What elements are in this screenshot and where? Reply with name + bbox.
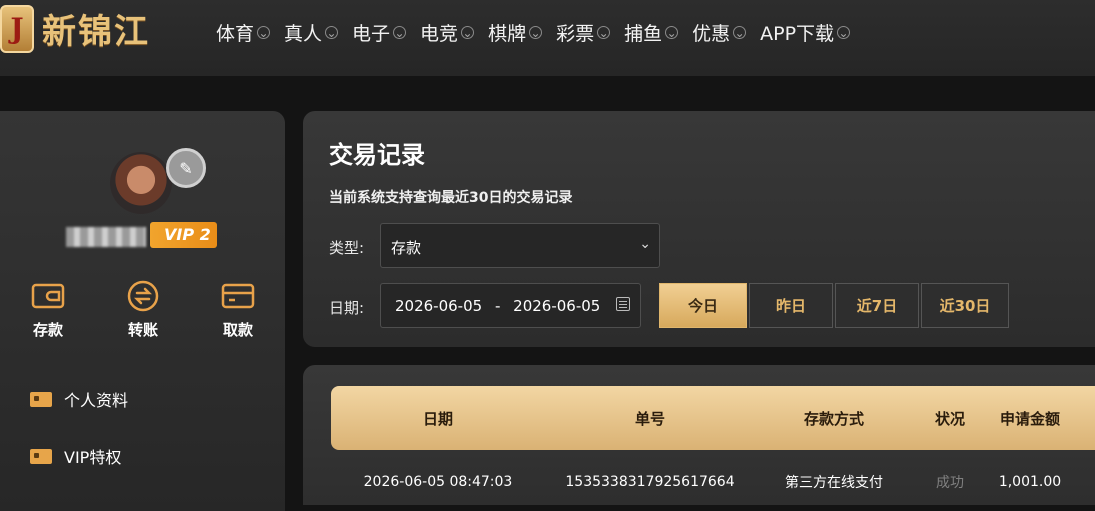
transfer-button[interactable]: 转账 <box>113 279 173 340</box>
nav-item-slots[interactable]: 电子 ⌄ <box>352 19 407 46</box>
nav-label: 优惠 <box>692 23 731 45</box>
nav-item-sports[interactable]: 体育 ⌄ <box>216 19 271 46</box>
logo-badge-icon: J <box>0 4 34 53</box>
date-start: 2026-06-05 <box>395 297 483 315</box>
yesterday-button[interactable]: 昨日 <box>749 283 833 328</box>
chevron-down-icon: ⌄ <box>461 25 475 40</box>
type-label: 类型: <box>329 239 365 257</box>
date-end: 2026-06-05 <box>513 297 601 315</box>
date-label: 日期: <box>329 299 365 317</box>
transfer-icon <box>113 279 173 313</box>
menu-label: VIP特权 <box>64 448 122 467</box>
column-header-order-no[interactable]: 单号 <box>545 408 755 429</box>
nav-label: 捕鱼 <box>624 23 663 45</box>
cell-order-no: 1535338317925617664 <box>565 474 735 490</box>
nav-label: 真人 <box>284 23 323 45</box>
cell-method: 第三方在线支付 <box>785 475 883 491</box>
id-card-icon <box>30 391 52 407</box>
transfer-label: 转账 <box>127 321 158 339</box>
chevron-down-icon: ⌄ <box>529 25 543 40</box>
brand-name: 新锦江 <box>42 12 150 52</box>
menu-item-vip[interactable]: VIP特权 <box>30 444 121 468</box>
logo-letter: J <box>10 12 24 45</box>
chevron-down-icon: ⌄ <box>837 25 851 40</box>
column-header-method[interactable]: 存款方式 <box>755 408 913 429</box>
column-header-date[interactable]: 日期 <box>331 408 545 429</box>
chevron-down-icon: ⌄ <box>257 25 271 40</box>
nav-label: 电子 <box>352 23 391 45</box>
nav-item-fishing[interactable]: 捕鱼 ⌄ <box>624 19 679 46</box>
nav-label: 体育 <box>216 23 255 45</box>
date-range-picker[interactable]: 2026-06-05 - 2026-06-05 <box>380 283 641 328</box>
nav-item-lottery[interactable]: 彩票 ⌄ <box>556 19 611 46</box>
username-blurred <box>66 227 146 247</box>
nav-label: 电竞 <box>420 23 459 45</box>
avatar[interactable] <box>110 152 172 214</box>
chevron-down-icon: ⌄ <box>639 236 651 252</box>
site-logo[interactable]: J 新锦江 <box>0 4 150 53</box>
menu-item-profile[interactable]: 个人资料 <box>30 387 128 411</box>
nav-item-live[interactable]: 真人 ⌄ <box>284 19 339 46</box>
type-select[interactable]: 存款 ⌄ <box>380 223 660 268</box>
quick-date-buttons: 今日 昨日 近7日 近30日 <box>659 283 1011 328</box>
page-subtitle: 当前系统支持查询最近30日的交易记录 <box>329 190 573 206</box>
cell-status: 成功 <box>936 475 964 491</box>
deposit-label: 存款 <box>32 321 63 339</box>
last-7-days-button[interactable]: 近7日 <box>835 283 919 328</box>
chevron-down-icon: ⌄ <box>665 25 679 40</box>
withdraw-label: 取款 <box>222 321 253 339</box>
wallet-icon <box>18 279 78 313</box>
last-30-days-button[interactable]: 近30日 <box>921 283 1009 328</box>
withdraw-button[interactable]: 取款 <box>208 279 268 340</box>
nav-label: 棋牌 <box>488 23 527 45</box>
chevron-down-icon: ⌄ <box>733 25 747 40</box>
type-value: 存款 <box>391 239 422 257</box>
id-card-icon <box>30 448 52 464</box>
nav-item-promotions[interactable]: 优惠 ⌄ <box>692 19 747 46</box>
main-nav: 体育 ⌄ 真人 ⌄ 电子 ⌄ 电竞 ⌄ 棋牌 ⌄ 彩票 ⌄ 捕鱼 ⌄ 优惠 ⌄ APP下载 ⌄ <box>216 19 864 46</box>
menu-label: 个人资料 <box>64 391 129 410</box>
nav-item-esports[interactable]: 电竞 ⌄ <box>420 19 475 46</box>
today-button[interactable]: 今日 <box>659 283 747 328</box>
card-icon <box>208 279 268 313</box>
nav-item-cards[interactable]: 棋牌 ⌄ <box>488 19 543 46</box>
transactions-panel: 日期 单号 存款方式 状况 申请金额 2026-06-05 08:47:03 1… <box>303 365 1095 505</box>
deposit-button[interactable]: 存款 <box>18 279 78 340</box>
filter-panel: 交易记录 当前系统支持查询最近30日的交易记录 类型: 存款 ⌄ 日期: 202… <box>303 111 1095 347</box>
cell-amount: 1,001.00 <box>998 474 1062 490</box>
top-navigation-bar: J 新锦江 体育 ⌄ 真人 ⌄ 电子 ⌄ 电竞 ⌄ 棋牌 ⌄ 彩票 ⌄ 捕鱼 ⌄ 优惠 ⌄ AP… <box>0 0 1095 76</box>
edit-profile-icon[interactable]: ✎ <box>166 148 206 188</box>
table-row[interactable]: 2026-06-05 08:47:03 1535338317925617664 … <box>331 467 1095 497</box>
column-header-amount[interactable]: 申请金额 <box>987 408 1073 429</box>
calendar-icon <box>616 297 630 311</box>
nav-item-app-download[interactable]: APP下载 ⌄ <box>760 19 851 46</box>
wallet-actions: 存款 转账 取款 <box>18 279 268 340</box>
cell-date: 2026-06-05 08:47:03 <box>363 474 513 490</box>
chevron-down-icon: ⌄ <box>393 25 407 40</box>
date-separator: - <box>494 297 501 315</box>
nav-label: 彩票 <box>556 23 595 45</box>
column-header-status[interactable]: 状况 <box>913 408 987 429</box>
vip-badge: VIP 2 <box>150 222 217 248</box>
nav-label: APP下载 <box>760 23 835 45</box>
table-header: 日期 单号 存款方式 状况 申请金额 <box>331 386 1095 450</box>
account-sidebar: ✎ VIP 2 存款 转账 取款 个人资料 VIP特权 <box>0 111 285 511</box>
page-title: 交易记录 <box>329 141 425 169</box>
chevron-down-icon: ⌄ <box>597 25 611 40</box>
chevron-down-icon: ⌄ <box>325 25 339 40</box>
